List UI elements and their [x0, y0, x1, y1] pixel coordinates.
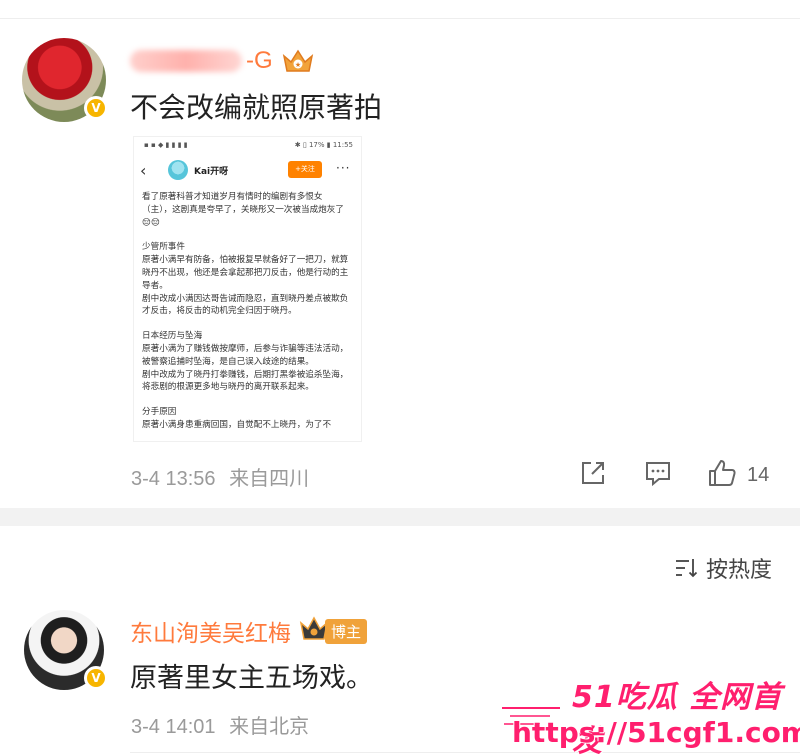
phone-nav-bar: ‹ Kai开呀 +关注 ···	[134, 155, 361, 185]
post-paragraph: 原著小满身患重病回国，自觉配不上晓丹，为了不	[142, 419, 332, 430]
post-paragraph: 原著小满为了赚钱做按摩师，后参与诈骗等违法活动，被警察追捕时坠海，是自己误入歧途…	[142, 343, 349, 367]
post-paragraph: 剧中改成小满因达哥告诫而隐忍，直到晓丹差点被欺负才反击，将反击的动机完全归因于晓…	[142, 293, 349, 317]
more-icon: ···	[336, 161, 351, 175]
section-divider	[0, 508, 800, 526]
status-left: ▪ ▪ ◆ ▮ ▮ ▮ ▮	[144, 141, 188, 149]
status-right: ✱ ▯ 17% ▮ 11:55	[294, 141, 353, 149]
comment-image[interactable]: ▪ ▪ ◆ ▮ ▮ ▮ ▮ ✱ ▯ 17% ▮ 11:55 ‹ Kai开呀 +关…	[133, 136, 362, 442]
comment-icon	[643, 458, 673, 492]
blogger-tag: 博主	[325, 618, 368, 644]
comment-text: 不会改编就照原著拍	[130, 91, 383, 124]
blurred-name	[130, 50, 242, 72]
post-paragraph: 看了原著科普才知道岁月有情时的编剧有多恨女（主），这剧真是夸早了，关晓彤又一次被…	[142, 192, 344, 228]
comment-username[interactable]: 东山洵美吴红梅 博主	[130, 614, 368, 648]
verified-icon: V	[84, 666, 108, 690]
share-icon	[578, 458, 608, 492]
phone-status-bar: ▪ ▪ ◆ ▮ ▮ ▮ ▮ ✱ ▯ 17% ▮ 11:55	[134, 137, 361, 155]
username-text[interactable]: 东山洵美吴红梅	[130, 614, 291, 648]
comment-text: 原著里女主五场戏。	[130, 663, 373, 694]
like-button[interactable]: 14	[707, 458, 769, 492]
follow-button: +关注	[288, 161, 322, 178]
post-paragraph: 原著小满早有防备，怕被报复早就备好了一把刀，就算晓丹不出现，他还是会拿起那把刀反…	[142, 255, 349, 291]
timestamp: 3-4 14:01	[131, 716, 216, 738]
sort-label: 按热度	[706, 558, 773, 583]
verified-icon: V	[84, 96, 108, 120]
watermark-url: https://51cgf1.com	[512, 716, 800, 749]
share-button[interactable]	[578, 458, 608, 492]
sort-by-hot-button[interactable]: 按热度	[674, 552, 772, 584]
post-paragraph: 剧中改成为了晓丹打拳赚钱，后期打黑拳被追杀坠海，将悲剧的根源更多地与晓丹的离开联…	[142, 369, 349, 393]
username-text[interactable]: -G	[246, 47, 273, 75]
location: 来自北京	[229, 716, 310, 738]
like-count: 14	[747, 463, 770, 486]
post-heading: 分手原因	[142, 407, 177, 418]
comment-meta: 3-4 13:56 来自四川	[131, 462, 309, 491]
comment-meta: 3-4 14:01 来自北京	[131, 710, 309, 739]
post-heading: 日本经历与坠海	[142, 331, 203, 342]
blogger-badge: 博主	[299, 615, 368, 647]
avatar[interactable]: V	[24, 610, 108, 690]
account-name: Kai开呀	[194, 166, 229, 177]
comment-username[interactable]: -G ★	[130, 46, 315, 76]
timestamp: 3-4 13:56	[131, 468, 216, 490]
crown-badge-icon: ★	[281, 46, 315, 76]
avatar[interactable]: V	[22, 38, 108, 122]
location: 来自四川	[229, 468, 310, 490]
account-avatar	[168, 160, 188, 180]
thumbs-up-icon	[707, 458, 737, 492]
sort-icon	[676, 559, 698, 578]
back-arrow-icon: ‹	[140, 160, 147, 180]
post-heading: 少管所事件	[142, 242, 185, 253]
top-divider	[0, 18, 800, 19]
comment-button[interactable]	[643, 458, 673, 492]
post-body: 看了原著科普才知道岁月有情时的编剧有多恨女（主），这剧真是夸早了，关晓彤又一次被…	[134, 185, 361, 432]
svg-text:★: ★	[295, 61, 301, 69]
